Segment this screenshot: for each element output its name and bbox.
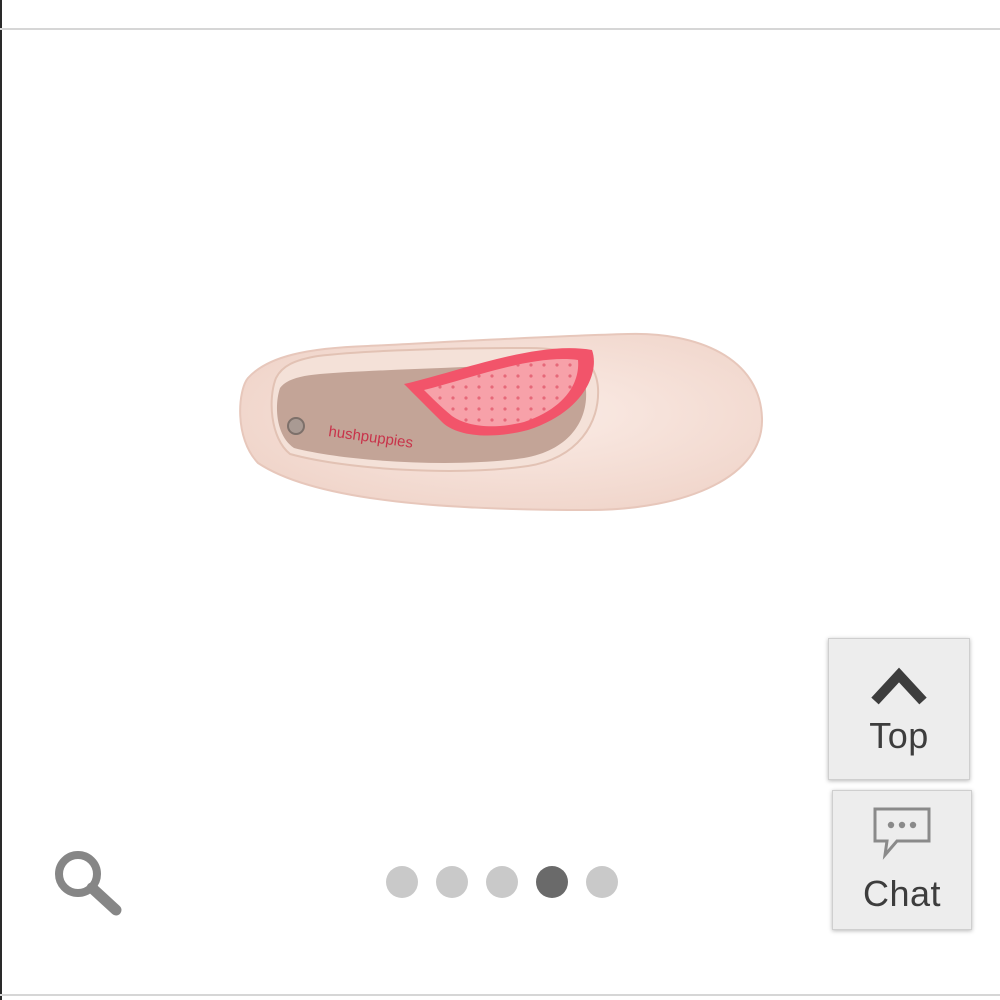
carousel-dot[interactable] <box>486 866 518 898</box>
carousel-dot[interactable] <box>536 866 568 898</box>
frame-left-border <box>0 0 2 1000</box>
bottom-divider <box>0 994 1000 996</box>
carousel-pagination <box>386 866 618 898</box>
magnifier-icon <box>55 851 122 916</box>
ballet-flat-illustration: hushpuppies <box>239 332 764 512</box>
chat-button[interactable]: Chat <box>832 790 972 930</box>
chat-button-label: Chat <box>862 873 942 914</box>
carousel-dot[interactable] <box>586 866 618 898</box>
chevron-up-icon <box>871 667 927 705</box>
top-divider <box>0 28 1000 30</box>
scroll-to-top-button[interactable]: Top <box>828 638 970 780</box>
carousel-dot[interactable] <box>436 866 468 898</box>
product-image[interactable]: hushpuppies <box>228 328 768 518</box>
carousel-dot[interactable] <box>386 866 418 898</box>
top-button-label: Top <box>869 715 929 756</box>
zoom-button[interactable] <box>50 846 130 918</box>
chat-bubble-icon <box>873 807 931 860</box>
